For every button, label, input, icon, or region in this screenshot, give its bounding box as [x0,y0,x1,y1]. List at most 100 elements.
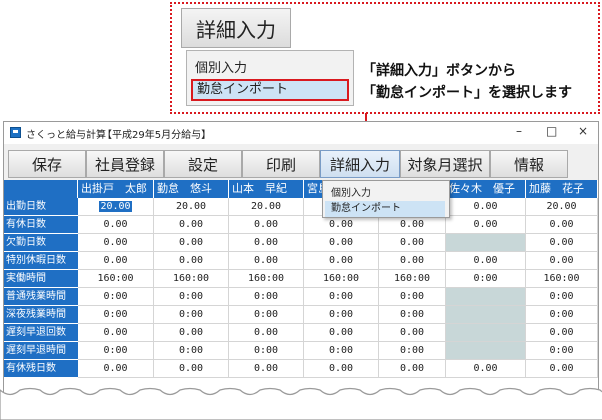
grid-cell[interactable]: 0.00 [446,360,526,378]
grid-cell[interactable]: 0.00 [154,324,229,342]
grid-cell[interactable]: 160:00 [526,270,598,288]
dropdown-item-attendance-import[interactable]: 勤怠インポート [325,201,445,217]
detail-input-button[interactable]: 詳細入力 [320,150,400,178]
detail-input-button-zoomed[interactable]: 詳細入力 [181,8,291,48]
cell-value: 0.00 [253,237,279,248]
target-month-button[interactable]: 対象月選択 [400,150,490,178]
cell-value: 20.00 [250,201,282,212]
grid-cell[interactable]: 0:00 [154,306,229,324]
grid-cell[interactable]: 20.00 [229,198,304,216]
grid-cell[interactable]: 0.00 [78,360,154,378]
grid-cell[interactable]: 0.00 [526,252,598,270]
grid-cell[interactable]: 160:00 [78,270,154,288]
grid-cell[interactable]: 0.00 [154,360,229,378]
grid-cell[interactable]: 20.00 [526,198,598,216]
info-button[interactable]: 情報 [490,150,568,178]
grid-cell[interactable]: 0.00 [526,234,598,252]
grid-cell[interactable]: 0.00 [526,324,598,342]
cell-value: 160:00 [543,273,580,284]
cell-value: 160:00 [97,273,134,284]
grid-cell[interactable]: 160:00 [229,270,304,288]
cell-value: 0:00 [103,345,128,356]
grid-cell[interactable]: 0.00 [379,324,446,342]
cell-value: 0.00 [103,237,128,248]
cell-value: 20.00 [175,201,207,212]
grid-cell[interactable]: 0:00 [379,342,446,360]
grid-cell[interactable]: 160:00 [304,270,379,288]
grid-cell[interactable]: 0:00 [229,342,304,360]
grid-cell[interactable]: 0.00 [229,234,304,252]
maximize-button[interactable]: □ [546,124,557,138]
grid-cell[interactable]: 0:00 [446,270,526,288]
grid-cell[interactable]: 0.00 [304,324,379,342]
grid-cell[interactable]: 0:00 [229,288,304,306]
grid-cell[interactable]: 0:00 [526,288,598,306]
grid-cell[interactable]: 0:00 [304,342,379,360]
grid-cell[interactable]: 0:00 [379,306,446,324]
grid-cell[interactable]: 160:00 [379,270,446,288]
grid-cell[interactable]: 0.00 [154,234,229,252]
save-button[interactable]: 保存 [8,150,86,178]
grid-cell[interactable]: 160:00 [154,270,229,288]
grid-cell[interactable]: 0.00 [446,216,526,234]
grid-cell[interactable]: 0:00 [78,342,154,360]
column-header-employee[interactable]: 加藤 花子 [526,180,598,198]
grid-cell[interactable]: 0:00 [78,288,154,306]
grid-cell[interactable]: 0:00 [526,306,598,324]
column-header-employee[interactable]: 山本 早紀 [229,180,304,198]
cell-value: 0.00 [253,363,279,374]
menu-item-individual-input[interactable]: 個別入力 [195,57,247,76]
grid-cell[interactable]: 0.00 [446,252,526,270]
grid-cell[interactable]: 0:00 [304,288,379,306]
grid-cell[interactable]: 0.00 [154,252,229,270]
grid-cell[interactable]: 0:00 [154,342,229,360]
cell-value: 0.00 [253,327,279,338]
grid-cell[interactable]: 0.00 [78,252,154,270]
grid-cell[interactable]: 0.00 [154,216,229,234]
cell-value: 0.00 [178,219,204,230]
grid-cell[interactable]: 0.00 [379,216,446,234]
close-button[interactable]: × [578,124,588,138]
grid-cell[interactable]: 0:00 [526,342,598,360]
grid-cell[interactable]: 0.00 [229,360,304,378]
grid-cell[interactable]: 0.00 [78,324,154,342]
grid-cell[interactable]: 0:00 [78,306,154,324]
grid-cell[interactable]: 0.00 [379,360,446,378]
cell-value: 0:00 [549,345,574,356]
cell-value: 20.00 [99,201,132,212]
grid-cell[interactable]: 0.00 [229,252,304,270]
cell-value: 0:00 [253,309,279,320]
grid-cell[interactable]: 0:00 [379,288,446,306]
grid-cell[interactable]: 0:00 [304,306,379,324]
cell-value: 0.00 [103,255,128,266]
grid-cell[interactable]: 0.00 [229,324,304,342]
grid-cell[interactable]: 20.00 [78,198,154,216]
menu-item-attendance-import[interactable]: 勤怠インポート [191,79,349,101]
grid-cell[interactable]: 0.00 [304,252,379,270]
dropdown-item-individual-input[interactable]: 個別入力 [331,184,371,199]
column-header-employee[interactable]: 出掛戸 太郎 [78,180,154,198]
grid-cell[interactable]: 0:00 [154,288,229,306]
grid-cell[interactable]: 0:00 [229,306,304,324]
print-button[interactable]: 印刷 [242,150,320,178]
employee-register-button[interactable]: 社員登録 [86,150,164,178]
detail-input-menu-zoomed: 個別入力 勤怠インポート [186,50,354,106]
grid-cell[interactable]: 0.00 [379,252,446,270]
settings-button[interactable]: 設定 [164,150,242,178]
grid-cell[interactable]: 0.00 [229,216,304,234]
minimize-button[interactable]: – [516,124,522,138]
column-header-employee[interactable]: 佐々木 優子 [446,180,526,198]
grid-cell[interactable]: 0.00 [78,234,154,252]
grid-cell[interactable]: 0.00 [304,234,379,252]
grid-cell[interactable]: 0.00 [304,360,379,378]
grid-cell[interactable]: 0.00 [446,198,526,216]
cell-value: 0.00 [178,255,204,266]
grid-cell[interactable]: 0.00 [526,216,598,234]
cell-value: 0.00 [473,363,498,374]
grid-cell[interactable]: 0.00 [78,216,154,234]
grid-cell[interactable]: 0.00 [379,234,446,252]
grid-cell[interactable]: 0.00 [526,360,598,378]
column-header-employee[interactable]: 勤怠 悠斗 [154,180,229,198]
grid-cell[interactable]: 0.00 [304,216,379,234]
grid-cell[interactable]: 20.00 [154,198,229,216]
